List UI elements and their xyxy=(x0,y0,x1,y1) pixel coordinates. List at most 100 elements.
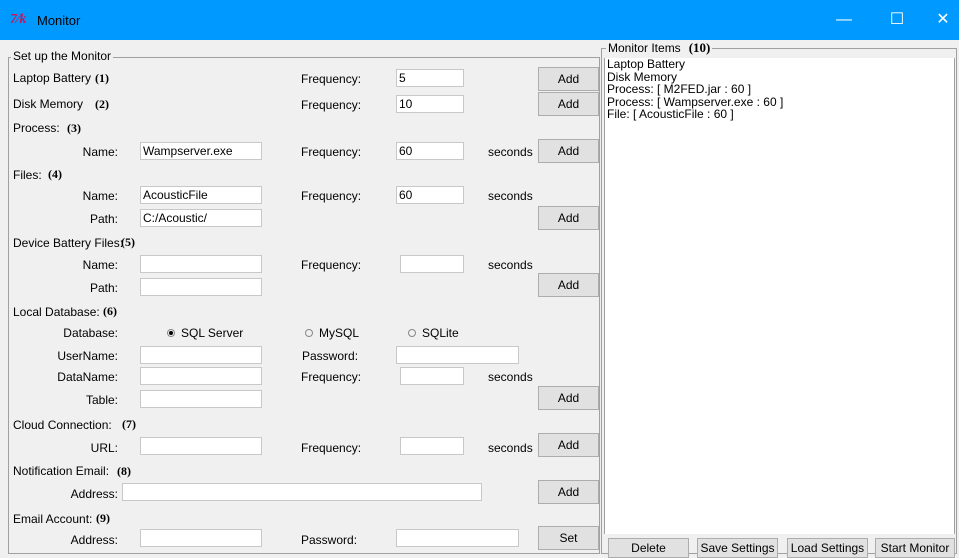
load-settings-button[interactable]: Load Settings xyxy=(787,538,868,558)
email-account-label: Email Account: xyxy=(13,512,93,526)
files-path-label: Path: xyxy=(89,212,118,226)
annotation-3: (3) xyxy=(67,121,81,135)
db-add-button[interactable]: Add xyxy=(538,386,599,410)
process-label: Process: xyxy=(13,121,60,135)
title-bar: 7⁄k Monitor — ☐ ✕ xyxy=(0,0,959,40)
monitor-items-list[interactable]: Laptop Battery Disk Memory Process: [ M2FE… xyxy=(604,58,955,534)
cloud-frequency-label: Frequency: xyxy=(301,441,362,455)
cloud-add-button[interactable]: Add xyxy=(538,433,599,457)
device-seconds-label: seconds xyxy=(488,258,533,272)
process-frequency-input[interactable]: 60 xyxy=(396,142,464,160)
laptop-add-button[interactable]: Add xyxy=(538,67,599,91)
close-button[interactable]: ✕ xyxy=(920,0,959,40)
laptop-frequency-input[interactable]: 5 xyxy=(396,69,464,87)
window-title: Monitor xyxy=(37,13,81,28)
device-frequency-label: Frequency: xyxy=(301,258,362,272)
email-set-button[interactable]: Set xyxy=(538,526,599,550)
device-frequency-input[interactable] xyxy=(400,255,464,273)
list-item[interactable]: Laptop Battery xyxy=(605,58,954,71)
table-label: Table: xyxy=(85,393,118,407)
notify-address-input[interactable] xyxy=(122,483,482,501)
notify-address-label: Address: xyxy=(70,487,118,501)
local-database-label: Local Database: xyxy=(13,305,100,319)
process-name-label: Name: xyxy=(82,145,118,159)
device-name-input[interactable] xyxy=(140,255,262,273)
radio-sql-server-label: SQL Server xyxy=(181,326,244,340)
save-settings-button[interactable]: Save Settings xyxy=(697,538,778,558)
radio-sql-server[interactable]: SQL Server xyxy=(167,326,243,340)
cloud-connection-label: Cloud Connection: xyxy=(13,418,112,432)
username-input[interactable] xyxy=(140,346,262,364)
disk-add-button[interactable]: Add xyxy=(538,92,599,116)
laptop-battery-label: Laptop Battery xyxy=(13,71,92,85)
annotation-6: (6) xyxy=(103,304,117,318)
db-frequency-label: Frequency: xyxy=(301,370,362,384)
setup-legend: Set up the Monitor xyxy=(11,49,114,63)
email-password-input[interactable] xyxy=(396,529,519,547)
delete-button[interactable]: Delete xyxy=(608,538,689,558)
process-frequency-label: Frequency: xyxy=(301,145,362,159)
process-add-button[interactable]: Add xyxy=(538,139,599,163)
radio-mysql-label: MySQL xyxy=(319,326,360,340)
files-label: Files: xyxy=(13,168,42,182)
files-seconds-label: seconds xyxy=(488,189,533,203)
tk-feather-icon: 7⁄k xyxy=(10,12,27,27)
db-frequency-input[interactable] xyxy=(400,367,464,385)
radio-empty-icon xyxy=(408,328,416,337)
device-name-label: Name: xyxy=(82,258,118,272)
radio-sqlite-label: SQLite xyxy=(422,326,459,340)
radio-empty-icon xyxy=(305,328,313,337)
start-monitor-button[interactable]: Start Monitor xyxy=(875,538,955,558)
db-seconds-label: seconds xyxy=(488,370,533,384)
notification-email-label: Notification Email: xyxy=(13,464,110,478)
monitor-items-legend-text: Monitor Items xyxy=(608,41,681,55)
dataname-label: DataName: xyxy=(57,370,118,384)
files-name-input[interactable]: AcousticFile xyxy=(140,186,262,204)
dataname-input[interactable] xyxy=(140,367,262,385)
device-add-button[interactable]: Add xyxy=(538,273,599,297)
disk-frequency-input[interactable]: 10 xyxy=(396,95,464,113)
username-label: UserName: xyxy=(57,349,118,363)
files-path-input[interactable]: C:/Acoustic/ xyxy=(140,209,262,227)
device-path-label: Path: xyxy=(89,281,118,295)
files-frequency-input[interactable]: 60 xyxy=(396,186,464,204)
annotation-1: (1) xyxy=(95,71,109,85)
process-name-input[interactable]: Wampserver.exe xyxy=(140,142,262,160)
annotation-4: (4) xyxy=(48,167,62,181)
annotation-8: (8) xyxy=(117,464,131,478)
radio-selected-icon xyxy=(167,328,175,337)
notify-add-button[interactable]: Add xyxy=(538,480,599,504)
database-label: Database: xyxy=(63,326,118,340)
annotation-7: (7) xyxy=(122,417,136,431)
annotation-2: (2) xyxy=(95,97,109,111)
device-path-input[interactable] xyxy=(140,278,262,296)
table-input[interactable] xyxy=(140,390,262,408)
monitor-items-legend: Monitor Items (10) xyxy=(606,40,713,56)
cloud-frequency-input[interactable] xyxy=(400,437,464,455)
list-item[interactable]: Process: [ M2FED.jar : 60 ] xyxy=(605,83,954,96)
process-seconds-label: seconds xyxy=(488,145,533,159)
db-password-input[interactable] xyxy=(396,346,519,364)
list-item[interactable]: File: [ AcousticFile : 60 ] xyxy=(605,108,954,121)
cloud-seconds-label: seconds xyxy=(488,441,533,455)
laptop-frequency-label: Frequency: xyxy=(301,72,362,86)
db-password-label: Password: xyxy=(302,349,359,363)
files-add-button[interactable]: Add xyxy=(538,206,599,230)
email-address-label: Address: xyxy=(70,533,118,547)
annotation-10: (10) xyxy=(688,40,711,55)
minimize-button[interactable]: — xyxy=(821,0,867,40)
device-battery-files-label: Device Battery Files: xyxy=(13,236,124,250)
email-password-label: Password: xyxy=(301,533,358,547)
disk-frequency-label: Frequency: xyxy=(301,98,362,112)
url-input[interactable] xyxy=(140,437,262,455)
maximize-button[interactable]: ☐ xyxy=(874,0,920,40)
email-address-input[interactable] xyxy=(140,529,262,547)
files-frequency-label: Frequency: xyxy=(301,189,362,203)
disk-memory-label: Disk Memory xyxy=(13,97,84,111)
annotation-9: (9) xyxy=(96,511,110,525)
radio-mysql[interactable]: MySQL xyxy=(305,326,359,340)
annotation-5: (5) xyxy=(121,235,135,249)
radio-sqlite[interactable]: SQLite xyxy=(408,326,459,340)
files-name-label: Name: xyxy=(82,189,118,203)
url-label: URL: xyxy=(90,441,118,455)
